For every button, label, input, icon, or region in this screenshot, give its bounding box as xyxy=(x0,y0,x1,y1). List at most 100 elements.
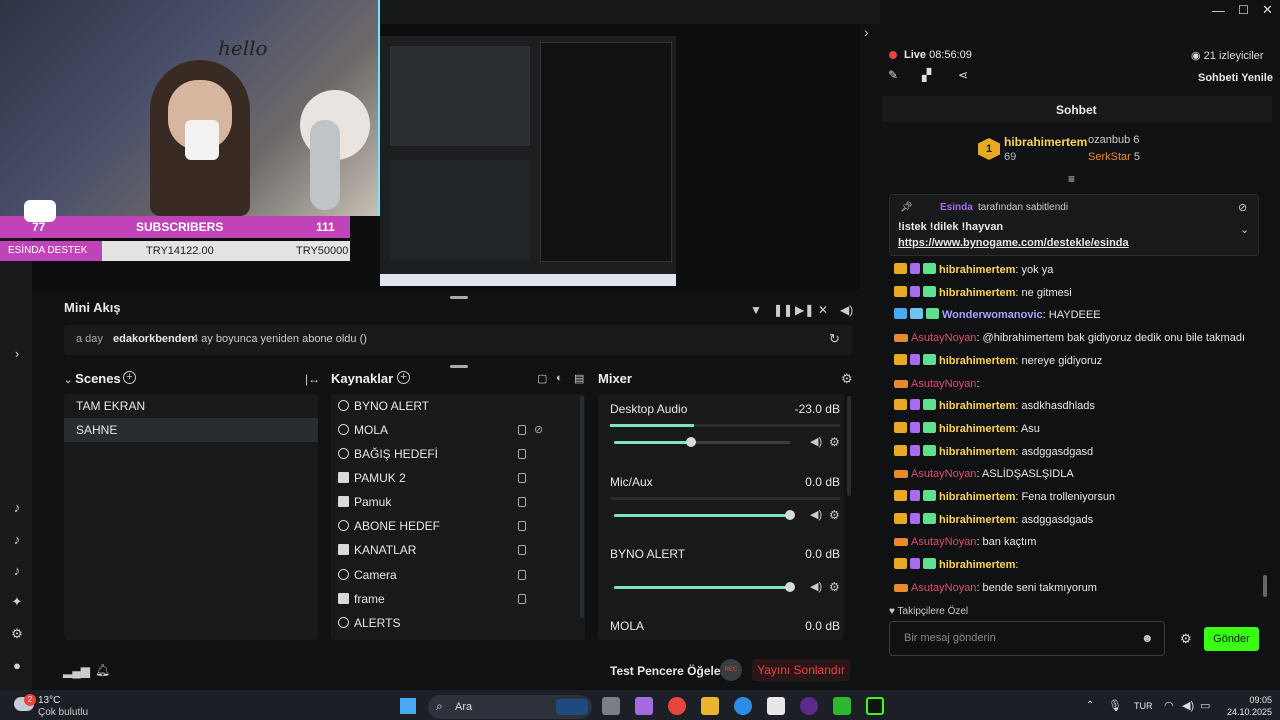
speaker-icon[interactable]: ◀) xyxy=(810,580,822,593)
chat-username[interactable]: AsutayNoyan xyxy=(911,332,976,344)
drag-handle-2[interactable] xyxy=(450,365,468,368)
chevron-right-icon[interactable]: › xyxy=(864,24,878,40)
store-icon[interactable] xyxy=(767,697,785,715)
chat-username[interactable]: hibrahimertem xyxy=(939,491,1015,503)
user-icon[interactable]: ● xyxy=(9,658,25,674)
chat-username[interactable]: Wonderwomanovic xyxy=(942,309,1043,321)
add-folder-icon[interactable]: ▤ xyxy=(574,372,584,385)
edit-icon[interactable]: ✎ xyxy=(888,68,898,82)
add-scene-button[interactable]: + xyxy=(123,371,136,384)
chat-username[interactable]: hibrahimertem xyxy=(939,355,1015,367)
source-item[interactable]: ALERTS xyxy=(338,611,578,635)
refresh-chat-button[interactable]: Sohbeti Yenile xyxy=(1198,72,1273,84)
chat-username[interactable]: hibrahimertem xyxy=(939,559,1015,571)
streaming-app-icon[interactable] xyxy=(866,697,884,715)
source-tool-icon[interactable]: ▢ xyxy=(537,372,547,385)
lock-icon[interactable] xyxy=(518,570,526,580)
settings-icon[interactable]: ⚙ xyxy=(9,626,25,642)
source-item[interactable]: BAĞIŞ HEDEFİ xyxy=(338,442,578,466)
send-button[interactable]: Gönder xyxy=(1204,627,1259,651)
clock-date[interactable]: 24.10.2025 xyxy=(1224,707,1272,717)
filter-icon[interactable]: ▼ xyxy=(750,303,762,317)
drag-handle[interactable] xyxy=(450,296,468,299)
edge-icon[interactable] xyxy=(734,697,752,715)
lock-icon[interactable] xyxy=(518,449,526,459)
expand-leaderboard-icon[interactable]: ≡ xyxy=(1068,172,1075,186)
add-source-button[interactable]: + xyxy=(397,371,410,384)
lock-icon[interactable] xyxy=(518,497,526,507)
expand-chevron-icon[interactable]: › xyxy=(9,346,25,362)
chat-settings-icon[interactable]: ⚙ xyxy=(1180,631,1192,647)
lock-icon[interactable] xyxy=(518,545,526,555)
obs-like-icon[interactable] xyxy=(800,697,818,715)
source-item[interactable]: MOLA ⊘ xyxy=(338,418,578,442)
volume-icon[interactable]: ◀) xyxy=(840,303,853,317)
lock-icon[interactable] xyxy=(518,425,526,435)
tiktok-icon[interactable]: ♪ xyxy=(9,500,25,516)
chrome-icon[interactable] xyxy=(668,697,686,715)
language[interactable]: TUR xyxy=(1134,701,1153,711)
category-icon[interactable]: ▞ xyxy=(922,68,931,82)
tiktok-icon-2[interactable]: ♪ xyxy=(9,532,25,548)
stats-icon[interactable]: ▂▄▆ xyxy=(63,664,90,678)
scene-item-selected[interactable]: SAHNE xyxy=(64,418,318,442)
sources-scrollbar[interactable] xyxy=(580,396,584,618)
wifi-icon[interactable]: ◠ xyxy=(1164,699,1174,712)
chat-username[interactable]: AsutayNoyan xyxy=(911,536,976,548)
chat-username[interactable]: hibrahimertem xyxy=(939,287,1015,299)
xbox-icon[interactable] xyxy=(833,697,851,715)
chat-username[interactable]: hibrahimertem xyxy=(939,264,1015,276)
magic-icon[interactable]: ✦ xyxy=(9,594,25,610)
chat-username[interactable]: AsutayNoyan xyxy=(911,378,976,390)
scene-item[interactable]: TAM EKRAN xyxy=(64,394,318,418)
chat-username[interactable]: hibrahimertem xyxy=(939,423,1015,435)
chat-username[interactable]: AsutayNoyan xyxy=(911,468,976,480)
channel-settings-icon[interactable]: ⚙ xyxy=(829,508,840,522)
unpin-icon[interactable]: ⊘ xyxy=(1238,201,1247,214)
mic-icon[interactable]: 🎙︎ xyxy=(1108,699,1122,712)
battery-icon[interactable]: ▭ xyxy=(1200,699,1210,712)
close-icon[interactable]: ✕ xyxy=(1262,2,1273,18)
tiktok-icon-3[interactable]: ♪ xyxy=(9,563,25,579)
studio-mode-icon[interactable]: ◐ xyxy=(556,372,563,384)
source-item[interactable]: PAMUK 2 xyxy=(338,466,578,490)
speaker-icon[interactable]: ◀) xyxy=(810,508,822,521)
copilot-icon[interactable] xyxy=(635,697,653,715)
lock-icon[interactable] xyxy=(518,473,526,483)
maximize-icon[interactable]: ☐ xyxy=(1238,3,1249,17)
collapse-icon[interactable]: |↔ xyxy=(305,372,320,386)
share-icon[interactable]: ⋖ xyxy=(958,68,968,82)
replay-icon[interactable]: ↻ xyxy=(829,331,840,347)
eye-hidden-icon[interactable]: ⊘ xyxy=(534,418,543,442)
mute-alerts-icon[interactable]: ✕ xyxy=(818,303,828,317)
volume-slider[interactable] xyxy=(614,514,790,517)
lock-icon[interactable] xyxy=(518,521,526,531)
task-view-icon[interactable] xyxy=(602,697,620,715)
end-stream-button[interactable]: Yayını Sonlandır xyxy=(752,659,850,681)
volume-slider[interactable] xyxy=(614,586,790,589)
volume-knob[interactable] xyxy=(686,437,696,447)
test-items-link[interactable]: Test Pencere Öğeleri xyxy=(610,664,729,678)
pinned-link[interactable]: https://www.bynogame.com/destekle/esinda xyxy=(898,237,1129,249)
pause-icon[interactable]: ❚❚ xyxy=(773,303,793,317)
bell-icon[interactable]: 🔔︎ xyxy=(95,663,110,677)
chat-scrollbar[interactable] xyxy=(1263,575,1267,597)
chat-username[interactable]: hibrahimertem xyxy=(939,400,1015,412)
search-box[interactable]: ⌕ Ara xyxy=(428,695,592,719)
speaker-icon[interactable]: ◀) xyxy=(810,435,822,448)
volume-knob[interactable] xyxy=(785,510,795,520)
source-item[interactable]: Pamuk xyxy=(338,490,578,514)
mixer-settings-icon[interactable]: ⚙ xyxy=(841,371,853,387)
file-explorer-icon[interactable] xyxy=(701,697,719,715)
emoji-icon[interactable]: ☻ xyxy=(1141,631,1154,645)
lock-icon[interactable] xyxy=(518,594,526,604)
volume-knob[interactable] xyxy=(785,582,795,592)
chat-username[interactable]: hibrahimertem xyxy=(939,514,1015,526)
source-item[interactable]: ABONE HEDEF xyxy=(338,514,578,538)
tray-chevron-icon[interactable]: ⌃ xyxy=(1086,700,1094,711)
chat-username[interactable]: hibrahimertem xyxy=(939,446,1015,458)
chat-username[interactable]: AsutayNoyan xyxy=(911,582,976,594)
volume-slider[interactable] xyxy=(614,441,692,444)
source-item[interactable]: frame xyxy=(338,587,578,611)
chevron-down-icon[interactable]: ⌄ xyxy=(1240,223,1249,236)
